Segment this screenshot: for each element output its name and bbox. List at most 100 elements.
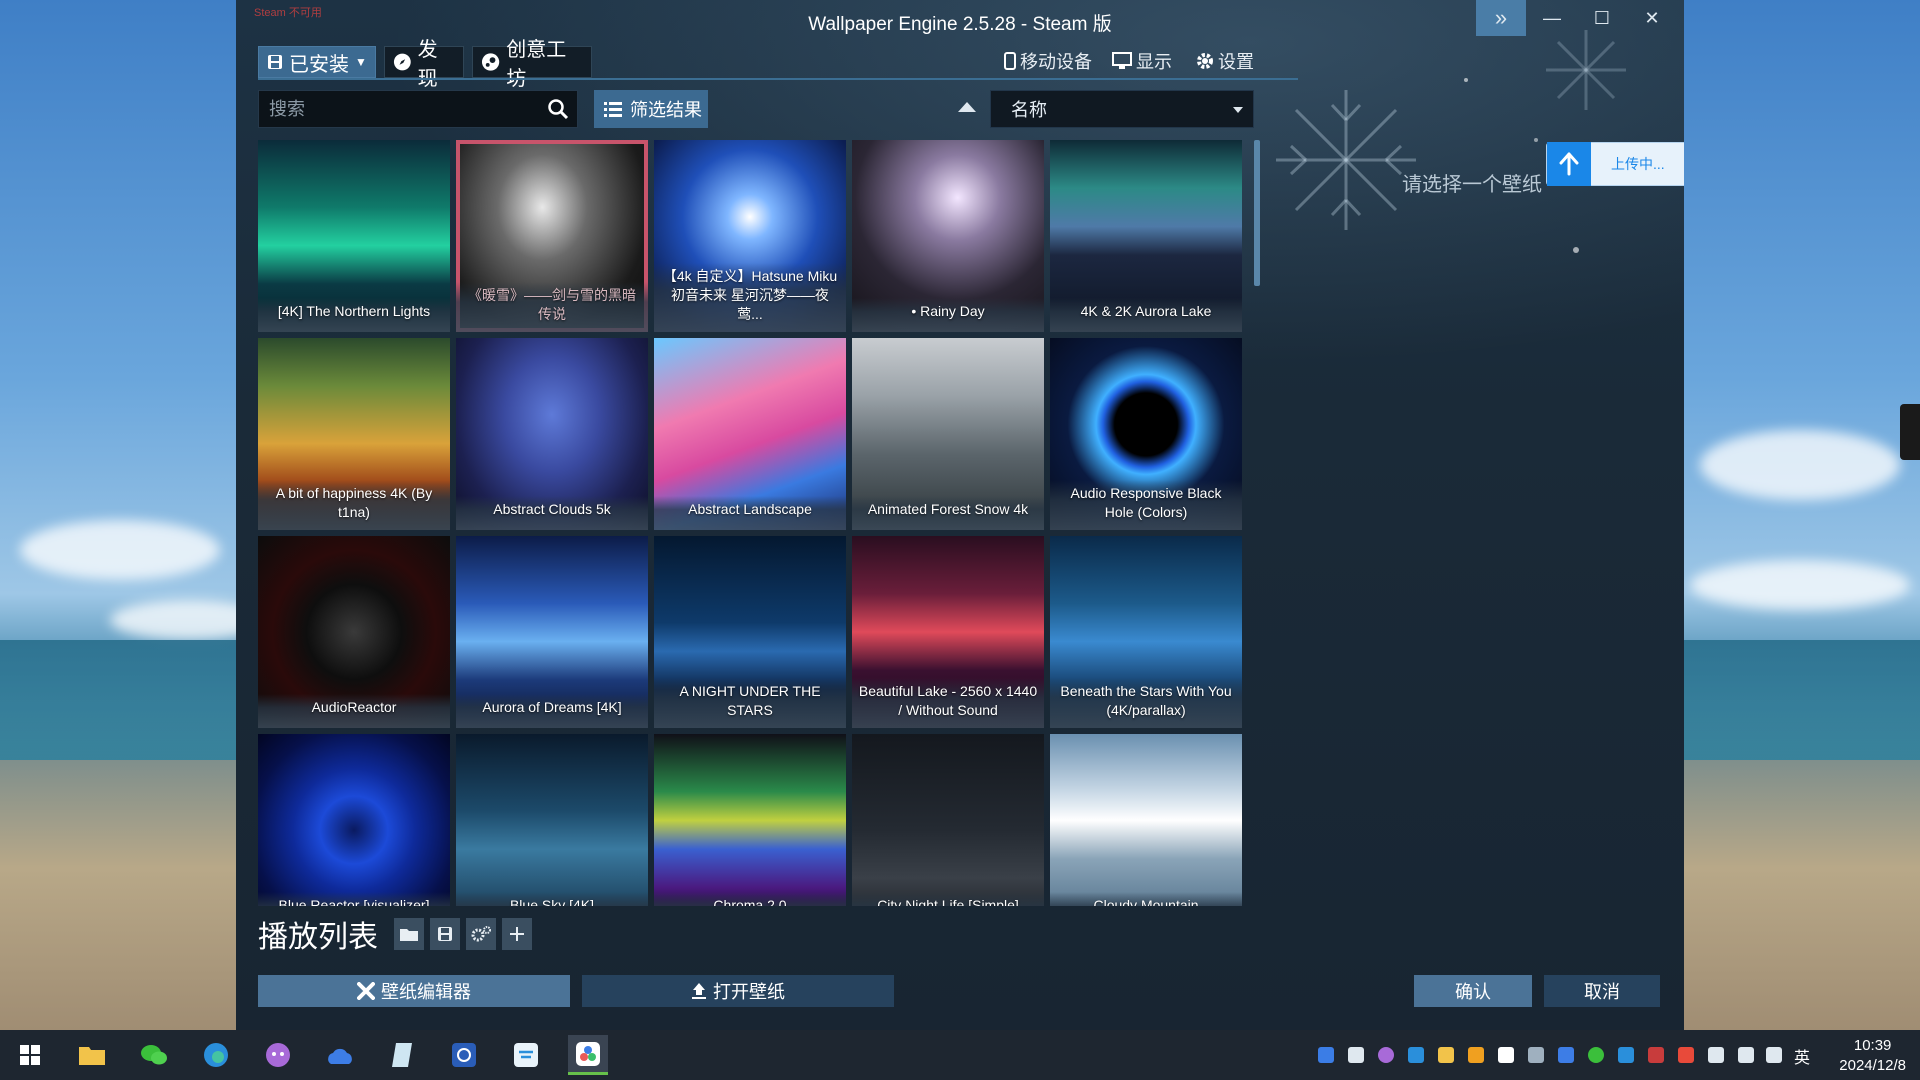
sort-direction-toggle[interactable] — [958, 102, 976, 112]
expand-panel-button[interactable]: » — [1476, 0, 1526, 36]
tray-alert-icon[interactable] — [1648, 1047, 1664, 1063]
taskbar-settings-app[interactable] — [444, 1035, 484, 1075]
wallpaper-tile[interactable]: Cloudy Mountain — [1050, 734, 1242, 906]
save-disk-icon — [438, 927, 452, 941]
wallpaper-tile[interactable]: [4K] The Northern Lights — [258, 140, 450, 332]
tray-copy-icon[interactable] — [1528, 1047, 1544, 1063]
mobile-devices-button[interactable]: 移动设备 — [1004, 46, 1092, 76]
tray-sync-icon[interactable] — [1408, 1047, 1424, 1063]
open-wallpaper-button[interactable]: 打开壁纸 — [582, 975, 894, 1007]
taskbar-wallpaper-engine[interactable] — [568, 1035, 608, 1075]
input-method-indicator[interactable]: 英 — [1794, 1044, 1810, 1068]
tab-discover-label: 发现 — [417, 39, 438, 90]
select-wallpaper-hint: 请选择一个壁纸 — [1402, 174, 1542, 196]
window-title: Wallpaper Engine 2.5.28 - Steam 版 — [808, 14, 1112, 35]
wallpaper-tile[interactable]: Abstract Landscape — [654, 338, 846, 530]
close-button[interactable]: ✕ — [1628, 0, 1676, 36]
save-disk-icon — [268, 55, 282, 69]
wallpaper-title: 【4k 自定义】Hatsune Miku 初音未来 星河沉梦——夜莺... — [654, 263, 846, 332]
search-input[interactable] — [269, 91, 529, 127]
tray-folder-icon[interactable] — [1438, 1047, 1454, 1063]
wallpaper-tile[interactable]: 4K & 2K Aurora Lake — [1050, 140, 1242, 332]
tab-workshop-label: 创意工坊 — [506, 39, 567, 90]
wallpaper-tile[interactable]: A NIGHT UNDER THE STARS — [654, 536, 846, 728]
minimize-button[interactable]: — — [1528, 0, 1576, 36]
wallpaper-tile[interactable]: City Night Life [Simple] — [852, 734, 1044, 906]
side-handle[interactable] — [1900, 404, 1920, 460]
wallpaper-tile[interactable]: Audio Responsive Black Hole (Colors) — [1050, 338, 1242, 530]
tray-mute-icon[interactable] — [1766, 1047, 1782, 1063]
display-button[interactable]: 显示 — [1112, 46, 1172, 76]
playlist-add-button[interactable] — [502, 918, 532, 950]
tray-store-icon[interactable] — [1618, 1047, 1634, 1063]
filter-results-button[interactable]: 筛选结果 — [594, 90, 708, 128]
wallpaper-title: AudioReactor — [258, 694, 450, 728]
wallpaper-tile[interactable]: Beautiful Lake - 2560 x 1440 / Without S… — [852, 536, 1044, 728]
confirm-button[interactable]: 确认 — [1414, 975, 1532, 1007]
wallpaper-title: A NIGHT UNDER THE STARS — [654, 678, 846, 728]
taskbar-file-explorer[interactable] — [72, 1035, 112, 1075]
wallpaper-tile[interactable]: 《暖雪》——剑与雪的黑暗传说 — [456, 140, 648, 332]
tray-cloud-icon[interactable] — [1558, 1047, 1574, 1063]
tab-installed-label: 已安装 — [289, 53, 349, 76]
wallpaper-tile[interactable]: Aurora of Dreams [4K] — [456, 536, 648, 728]
settings-button[interactable]: 设置 — [1196, 46, 1254, 76]
app-window-icon — [452, 1043, 476, 1067]
maximize-button[interactable]: ☐ — [1578, 0, 1626, 36]
start-button[interactable] — [10, 1035, 50, 1075]
wallpaper-tile[interactable]: Beneath the Stars With You (4K/parallax) — [1050, 536, 1242, 728]
tab-workshop[interactable]: 创意工坊 — [472, 39, 592, 90]
wallpaper-tile[interactable]: Chroma 2.0 — [654, 734, 846, 906]
system-clock[interactable]: 10:39 2024/12/8 — [1839, 1036, 1906, 1076]
wallpaper-tile[interactable]: • Rainy Day — [852, 140, 1044, 332]
taskbar-wechat[interactable] — [134, 1035, 174, 1075]
taskbar-cloud-app[interactable] — [320, 1035, 360, 1075]
wallpaper-editor-button[interactable]: 壁纸编辑器 — [258, 975, 570, 1007]
settings-label: 设置 — [1218, 52, 1254, 72]
wallpaper-tile[interactable]: AudioReactor — [258, 536, 450, 728]
wallpaper-thumbnail — [456, 734, 648, 906]
tab-installed[interactable]: 已安装 ▼ — [258, 46, 376, 78]
tray-wechat-icon[interactable] — [1588, 1047, 1604, 1063]
wallpaper-title: Beneath the Stars With You (4K/parallax) — [1050, 678, 1242, 728]
upload-progress-toast[interactable]: 上传中... — [1546, 142, 1684, 186]
wallpaper-tile[interactable]: Blue Reactor [visualizer] — [258, 734, 450, 906]
windows-logo-icon — [20, 1045, 40, 1065]
playlist-open-button[interactable] — [394, 918, 424, 950]
wallpaper-tile[interactable]: Blue Sky [4K] — [456, 734, 648, 906]
tray-network-icon[interactable] — [1738, 1047, 1754, 1063]
tray-speaker-icon[interactable] — [1678, 1047, 1694, 1063]
taskbar-cat-app[interactable] — [258, 1035, 298, 1075]
wallpaper-thumbnail — [1050, 734, 1242, 906]
taskbar-notes-app[interactable] — [382, 1035, 422, 1075]
upload-icon — [692, 983, 706, 999]
tray-media-icon[interactable] — [1498, 1047, 1514, 1063]
playlist-save-button[interactable] — [430, 918, 460, 950]
cancel-button[interactable]: 取消 — [1544, 975, 1660, 1007]
grid-scrollbar[interactable] — [1254, 140, 1260, 286]
tray-cat-icon[interactable] — [1378, 1047, 1394, 1063]
wallpaper-engine-window: Steam 不可用 Wallpaper Engine 2.5.28 - Stea… — [236, 0, 1684, 1030]
taskbar-store-app[interactable] — [506, 1035, 546, 1075]
wallpaper-thumbnail — [654, 734, 846, 906]
wallpaper-tile[interactable]: Abstract Clouds 5k — [456, 338, 648, 530]
playlist-settings-button[interactable] — [466, 918, 496, 950]
monitor-icon — [1112, 52, 1132, 69]
search-icon[interactable] — [547, 98, 569, 120]
gears-icon — [471, 926, 491, 942]
plus-icon — [510, 927, 524, 941]
wallpaper-tile[interactable]: A bit of happiness 4K (By t1na) — [258, 338, 450, 530]
tab-discover[interactable]: 发现 — [384, 39, 464, 90]
wallpaper-tile[interactable]: Animated Forest Snow 4k — [852, 338, 1044, 530]
sort-by-select[interactable]: 名称 — [990, 90, 1254, 128]
tray-shield-icon[interactable] — [1468, 1047, 1484, 1063]
tray-screenshot-icon[interactable] — [1348, 1047, 1364, 1063]
open-wallpaper-label: 打开壁纸 — [713, 982, 785, 1002]
wallpaper-title: Chroma 2.0 — [654, 892, 846, 906]
wallpaper-title: Abstract Clouds 5k — [456, 496, 648, 530]
tray-battery-icon[interactable] — [1708, 1047, 1724, 1063]
taskbar-edge[interactable] — [196, 1035, 236, 1075]
wallpaper-tile[interactable]: 【4k 自定义】Hatsune Miku 初音未来 星河沉梦——夜莺... — [654, 140, 846, 332]
tray-wallpaper-icon[interactable] — [1318, 1047, 1334, 1063]
folder-icon — [400, 929, 418, 941]
